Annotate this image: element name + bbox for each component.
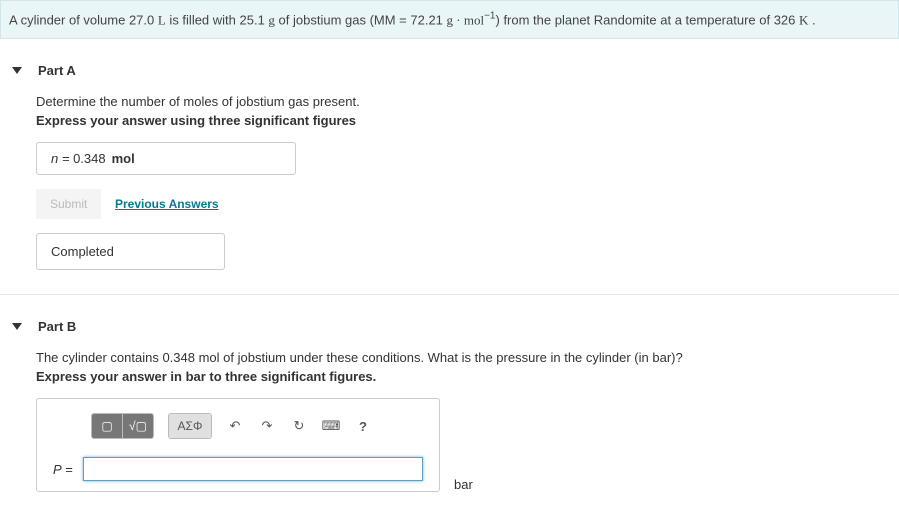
part-b-title: Part B (38, 319, 76, 334)
part-b-var: P = (53, 462, 83, 477)
help-icon[interactable]: ? (354, 417, 372, 435)
undo-icon[interactable]: ↶ (226, 417, 244, 435)
part-a-instruction: Express your answer using three signific… (36, 113, 899, 128)
submit-button: Submit (36, 189, 101, 219)
part-a-answer-box: n = 0.348mol (36, 142, 296, 175)
caret-down-icon (12, 67, 22, 74)
part-b-question: The cylinder contains 0.348 mol of jobst… (36, 350, 899, 365)
sqrt-button[interactable]: √▢ (123, 414, 153, 438)
divider (0, 294, 899, 295)
part-a: Part A Determine the number of moles of … (0, 63, 899, 270)
part-b-instruction: Express your answer in bar to three sign… (36, 369, 899, 384)
caret-down-icon (12, 323, 22, 330)
previous-answers-link[interactable]: Previous Answers (115, 197, 219, 211)
part-a-title: Part A (38, 63, 76, 78)
answer-input-panel: ▢ √▢ ΑΣΦ ↶ ↷ ↻ ⌨ ? P = (36, 398, 440, 492)
part-b-header[interactable]: Part B (0, 319, 899, 344)
greek-buttons: ΑΣΦ (168, 413, 212, 439)
pressure-input[interactable] (83, 457, 423, 481)
redo-icon[interactable]: ↷ (258, 417, 276, 435)
part-a-question: Determine the number of moles of jobstiu… (36, 94, 899, 109)
part-b: Part B The cylinder contains 0.348 mol o… (0, 319, 899, 492)
part-b-unit: bar (454, 477, 473, 492)
reset-icon[interactable]: ↻ (290, 417, 308, 435)
problem-text: A cylinder of volume 27.0 L is filled wi… (9, 12, 816, 27)
part-a-unit: mol (112, 151, 135, 166)
part-a-value: 0.348 (73, 151, 106, 166)
part-a-header[interactable]: Part A (0, 63, 899, 88)
keyboard-icon[interactable]: ⌨ (322, 417, 340, 435)
equation-toolbar: ▢ √▢ ΑΣΦ ↶ ↷ ↻ ⌨ ? (91, 413, 423, 439)
template-buttons: ▢ √▢ (91, 413, 154, 439)
problem-statement: A cylinder of volume 27.0 L is filled wi… (0, 0, 899, 39)
greek-button[interactable]: ΑΣΦ (169, 414, 211, 438)
fraction-button[interactable]: ▢ (92, 414, 123, 438)
part-a-status: Completed (36, 233, 225, 270)
